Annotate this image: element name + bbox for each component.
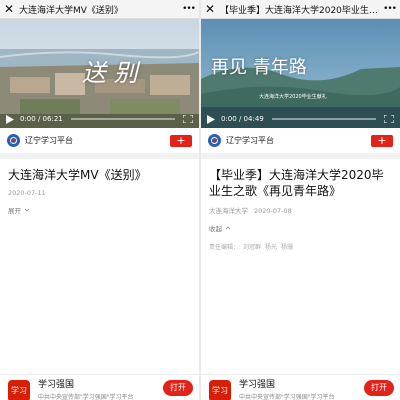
time-separator: / (35, 115, 43, 123)
source-name: 辽宁学习平台 (226, 136, 274, 145)
app-banner: 学习 学习强国 中共中央宣传部"学习强国"学习平台 打开 (201, 374, 400, 400)
logo-text: 学习 (212, 386, 228, 395)
article-meta: 大连海洋大学 2020-07-08 (209, 205, 392, 215)
video-controls: 0:00 / 04:49 (201, 110, 400, 128)
expand-label: 展开 (8, 207, 21, 215)
article-title: 【毕业季】大连海洋大学2020毕业生之歌《再见青年路》 (209, 168, 384, 198)
video-player[interactable]: 送 别 0:00 / 06:21 (0, 19, 199, 128)
logo-text: 学习 (11, 386, 27, 395)
window-title: 【毕业季】大连海洋大学2020毕业生之... (220, 5, 382, 16)
video-controls: 0:00 / 06:21 (0, 110, 199, 128)
editor-credits: 责任编辑： 刘冠群 杨光 杨珊 (209, 242, 392, 251)
back-icon[interactable]: ✕ (4, 0, 16, 19)
more-icon[interactable]: ••• (382, 4, 397, 14)
left-pane: ✕ 大连海洋大学MV《送别》 ••• 送 别 0:00 / 06:21 辽宁学习… (0, 0, 199, 400)
source-avatar (208, 134, 221, 147)
more-icon[interactable]: ••• (181, 4, 196, 14)
app-description: 中共中央宣传部"学习强国"学习平台 (239, 393, 335, 400)
article-meta: 2020-07-11 (8, 189, 191, 197)
right-pane: ✕ 【毕业季】大连海洋大学2020毕业生之... ••• 再见 青年路 大连海洋… (201, 0, 400, 400)
back-icon[interactable]: ✕ (205, 0, 217, 19)
collapse-toggle[interactable]: 收起 (209, 223, 392, 233)
open-app-button[interactable]: 打开 (364, 379, 394, 396)
progress-bar[interactable] (271, 118, 376, 120)
collapse-label: 收起 (209, 225, 222, 233)
app-name: 学习强国 (239, 379, 276, 390)
app-banner: 学习 学习强国 中共中央宣传部"学习强国"学习平台 打开 (0, 374, 199, 400)
source-avatar (7, 134, 20, 147)
follow-button[interactable]: + (371, 134, 393, 147)
chevron-down-icon (24, 208, 30, 212)
top-bar: ✕ 大连海洋大学MV《送别》 ••• (0, 0, 199, 19)
play-icon[interactable] (207, 114, 217, 124)
xuexi-logo-icon: 学习 (8, 379, 30, 400)
source-name: 辽宁学习平台 (25, 136, 73, 145)
article-date: 2020-07-08 (254, 207, 292, 215)
editor-name: 刘冠群 (243, 244, 262, 251)
duration: 06:21 (42, 115, 63, 123)
source-bar: 辽宁学习平台 + (201, 128, 400, 159)
fullscreen-icon[interactable] (383, 114, 395, 124)
expand-toggle[interactable]: 展开 (8, 205, 191, 215)
time-separator: / (236, 115, 244, 123)
elapsed-time: 0:00 (20, 115, 36, 123)
article: 【毕业季】大连海洋大学2020毕业生之歌《再见青年路》 大连海洋大学 2020-0… (201, 167, 400, 251)
editor-name: 杨光 (265, 244, 278, 251)
video-overlay-subtitle: 大连海洋大学2020毕业生献礼 (259, 94, 327, 100)
article-title: 大连海洋大学MV《送别》 (8, 168, 147, 182)
video-player[interactable]: 再见 青年路 大连海洋大学2020毕业生献礼 0:00 / 04:49 (201, 19, 400, 128)
follow-button[interactable]: + (170, 134, 192, 147)
article-date: 2020-07-11 (8, 189, 46, 197)
app-info: 学习强国 中共中央宣传部"学习强国"学习平台 (239, 377, 364, 400)
video-overlay-title: 再见 青年路 (211, 57, 307, 78)
play-icon[interactable] (6, 114, 16, 124)
elapsed-time: 0:00 (221, 115, 237, 123)
xuexi-logo-icon: 学习 (209, 379, 231, 400)
chevron-up-icon (225, 226, 231, 230)
editor-label: 责任编辑： (209, 244, 240, 251)
app-description: 中共中央宣传部"学习强国"学习平台 (38, 393, 134, 400)
article-author: 大连海洋大学 (209, 207, 248, 215)
progress-bar[interactable] (70, 118, 175, 120)
fullscreen-icon[interactable] (182, 114, 194, 124)
app-info: 学习强国 中共中央宣传部"学习强国"学习平台 (38, 377, 163, 400)
open-app-button[interactable]: 打开 (163, 379, 193, 396)
app-name: 学习强国 (38, 379, 75, 390)
article: 大连海洋大学MV《送别》 2020-07-11 展开 (0, 167, 199, 215)
source-bar: 辽宁学习平台 + (0, 128, 199, 159)
window-title: 大连海洋大学MV《送别》 (19, 5, 123, 16)
duration: 04:49 (243, 115, 264, 123)
video-overlay-title: 送 别 (82, 59, 138, 87)
top-bar: ✕ 【毕业季】大连海洋大学2020毕业生之... ••• (201, 0, 400, 19)
editor-name: 杨珊 (281, 244, 294, 251)
